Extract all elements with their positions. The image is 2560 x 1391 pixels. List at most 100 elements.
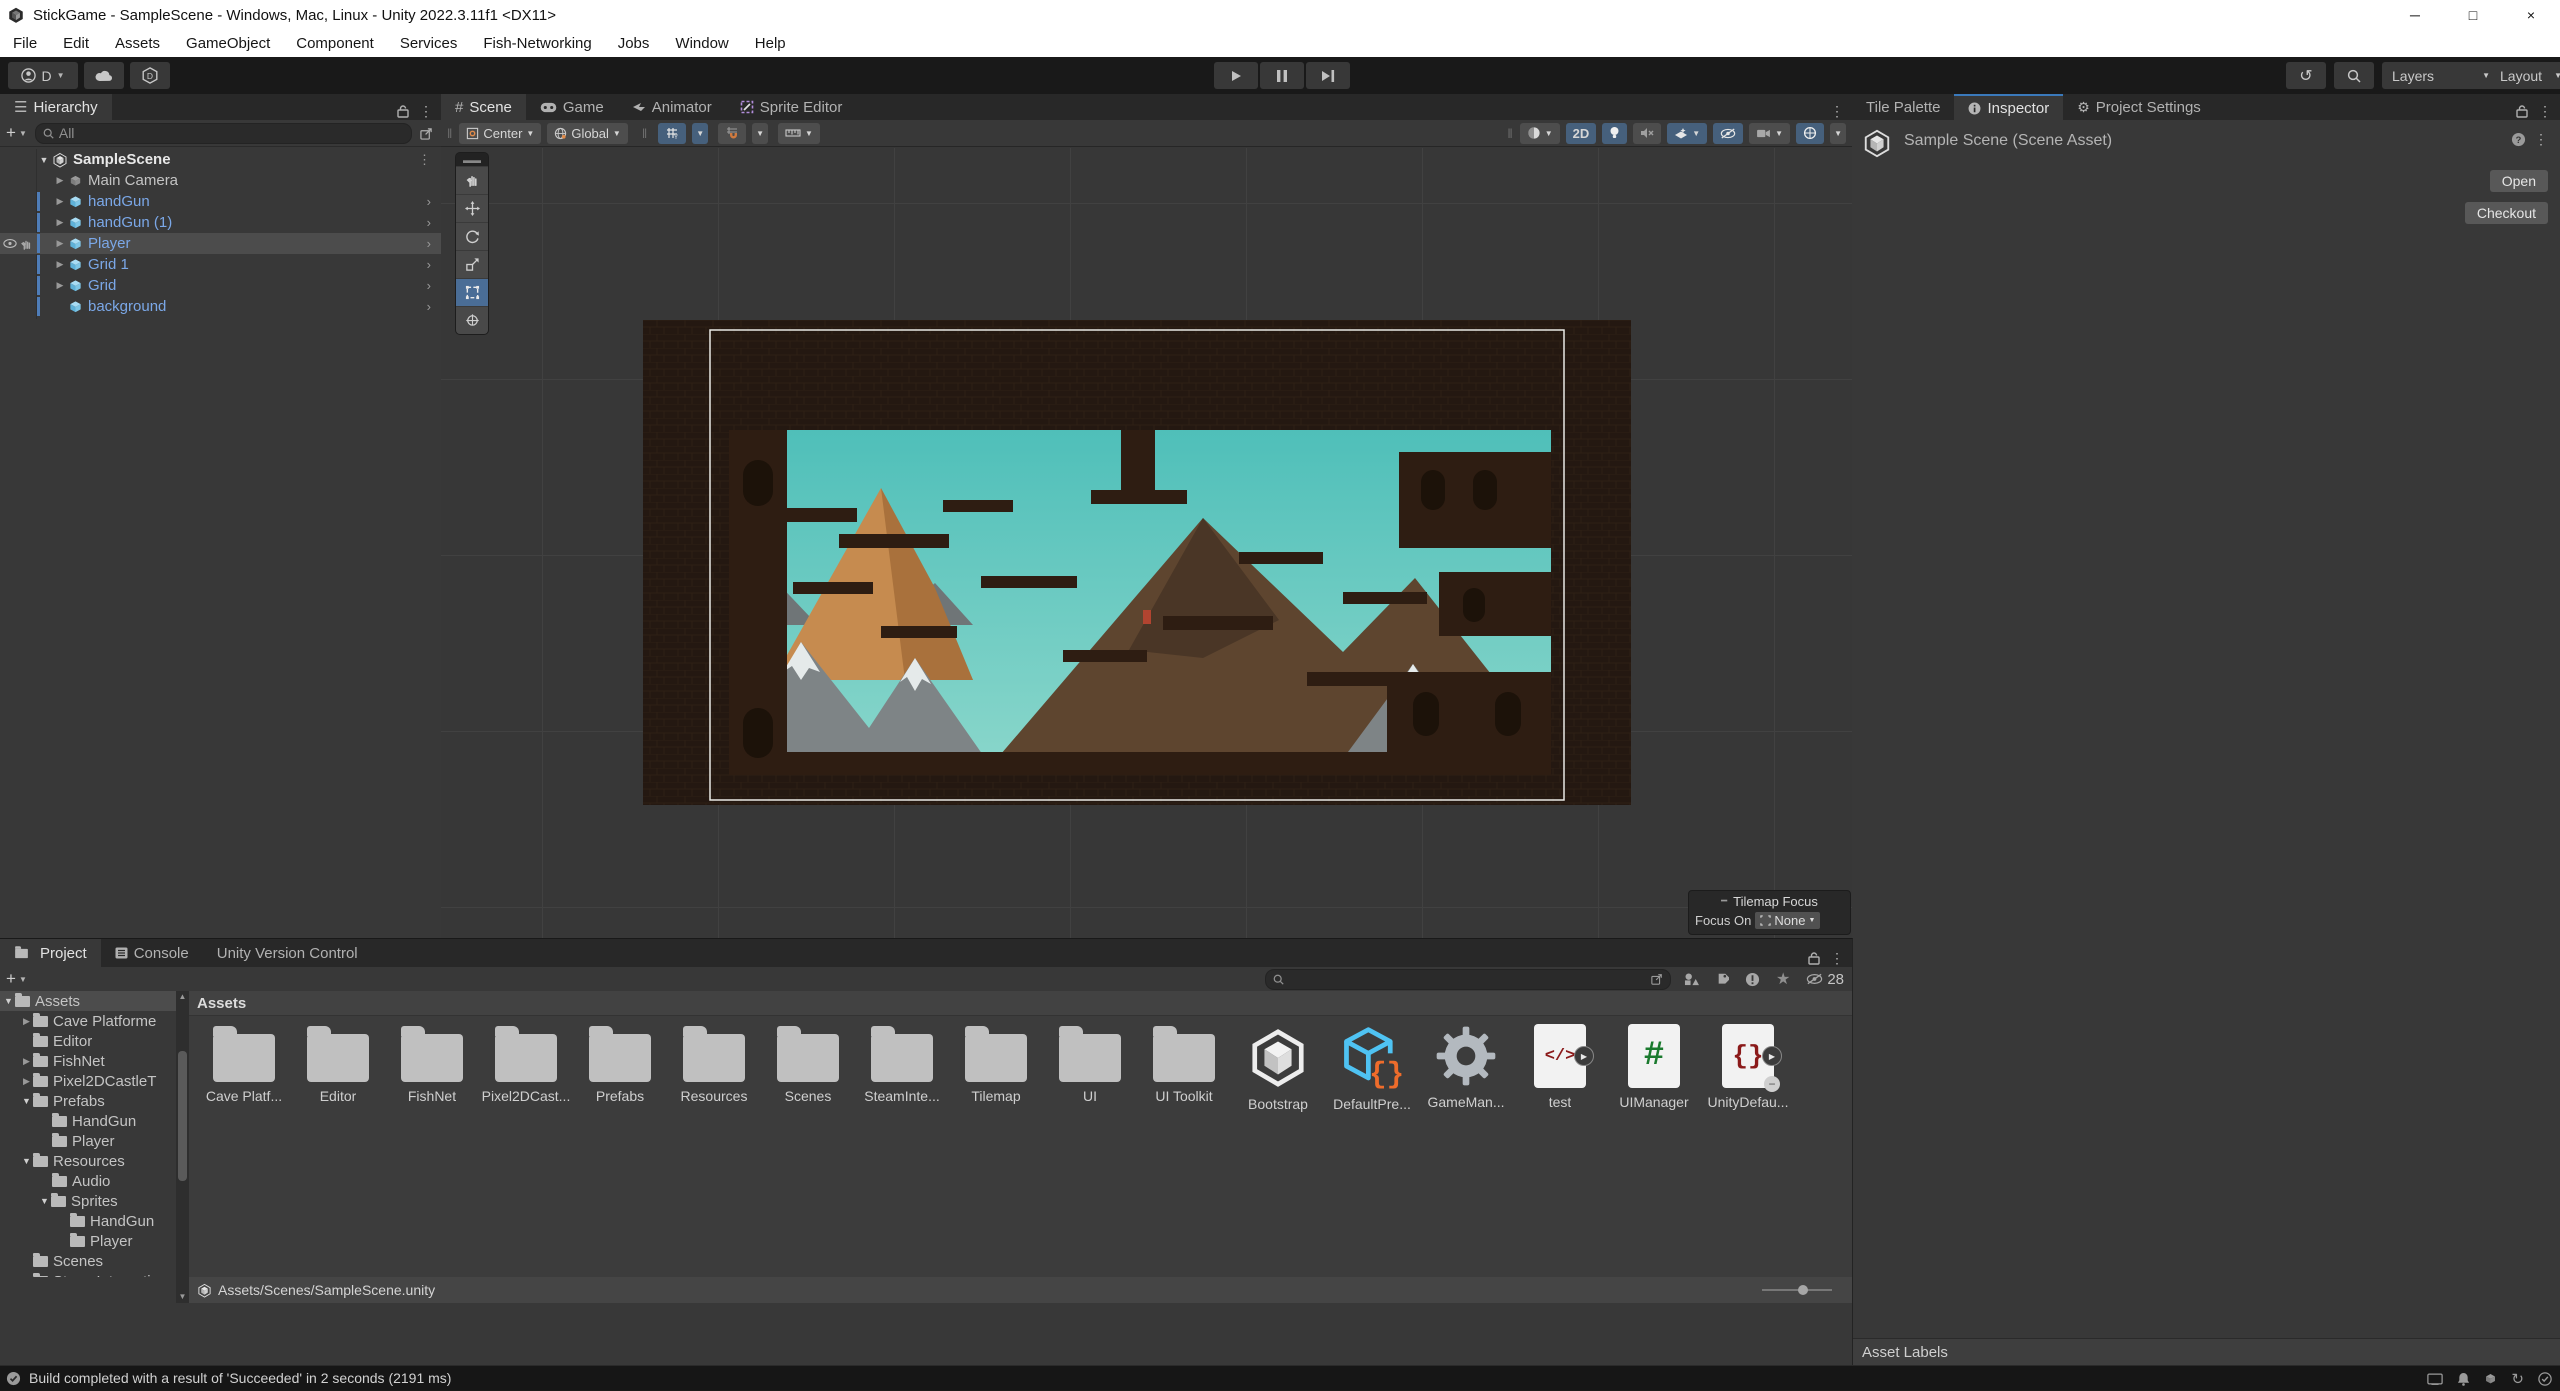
search-by-label-icon[interactable] (1715, 972, 1729, 986)
tree-row[interactable]: ▶Cave Platforme (0, 1011, 176, 1031)
tab-hierarchy[interactable]: ☰ Hierarchy (0, 94, 112, 120)
hierarchy-row-grid[interactable]: ▶ Grid › (0, 275, 441, 296)
play-button[interactable] (1214, 62, 1258, 89)
menu-assets[interactable]: Assets (102, 31, 173, 57)
prefab-open-chevron-icon[interactable]: › (427, 236, 431, 251)
layout-dropdown[interactable]: Layout▼ (2490, 62, 2560, 89)
thumbnail-size-slider[interactable] (1762, 1289, 1832, 1291)
asset-item-gear[interactable]: GameMan... (1419, 1024, 1513, 1112)
menu-component[interactable]: Component (283, 31, 387, 57)
snap-increment-dropdown[interactable]: ▼ (752, 123, 768, 144)
tree-row[interactable]: Player (0, 1231, 176, 1251)
gizmos-button[interactable] (1796, 123, 1824, 144)
tab-sprite-editor[interactable]: Sprite Editor (726, 94, 857, 120)
kebab-menu-icon[interactable]: ⋮ (2538, 103, 2552, 120)
tree-row[interactable]: HandGun (0, 1111, 176, 1131)
scene-viewport[interactable]: ▬▬ ━ Tilemap Focus (441, 148, 1852, 938)
tree-row[interactable]: ▼Assets (0, 991, 176, 1011)
tab-game[interactable]: Game (526, 94, 618, 120)
asset-item-folder[interactable]: SteamInte... (855, 1024, 949, 1112)
foldout-closed-icon[interactable]: ▶ (52, 175, 68, 186)
tab-unity-version-control[interactable]: Unity Version Control (203, 939, 372, 967)
search-by-type-icon[interactable] (1684, 972, 1699, 986)
grid-snap-toggle[interactable]: Y (658, 123, 686, 144)
gizmos-dropdown[interactable]: ▼ (1830, 123, 1846, 144)
notification-bell-icon[interactable] (2457, 1372, 2470, 1386)
picking-hand-icon[interactable] (20, 238, 32, 250)
hierarchy-row-background[interactable]: background › (0, 296, 441, 317)
menu-gameobject[interactable]: GameObject (173, 31, 283, 57)
hierarchy-row-scene[interactable]: ▼ SampleScene ⋮ (0, 149, 441, 170)
search-popout-icon[interactable] (1651, 973, 1663, 985)
kebab-menu-icon[interactable]: ⋮ (418, 152, 431, 168)
asset-item-folder[interactable]: Cave Platf... (197, 1024, 291, 1112)
pivot-mode-button[interactable]: Center ▼ (459, 123, 541, 144)
hierarchy-row-main-camera[interactable]: ▶ Main Camera (0, 170, 441, 191)
account-button[interactable]: D ▼ (8, 62, 78, 89)
cloud-button[interactable] (84, 62, 124, 89)
help-icon[interactable]: ? (2511, 132, 2526, 147)
tab-inspector[interactable]: Inspector (1954, 94, 2063, 120)
prefab-open-chevron-icon[interactable]: › (427, 278, 431, 293)
kebab-menu-icon[interactable]: ⋮ (1830, 950, 1844, 967)
breadcrumb-path[interactable]: Assets/Scenes/SampleScene.unity (218, 1282, 435, 1298)
audio-toggle[interactable] (1633, 123, 1661, 144)
search-warnings-icon[interactable] (1745, 972, 1760, 987)
scene-lighting-toggle[interactable] (1602, 123, 1627, 144)
visibility-eye-icon[interactable] (3, 239, 17, 248)
scale-tool-button[interactable] (456, 250, 488, 278)
prefab-open-chevron-icon[interactable]: › (427, 299, 431, 314)
tab-project-settings[interactable]: ⚙ Project Settings (2063, 94, 2215, 120)
status-message[interactable]: Build completed with a result of 'Succee… (29, 1370, 451, 1386)
asset-item-script[interactable]: </> ▶ test (1513, 1024, 1607, 1112)
hierarchy-row-player[interactable]: ▶ Player › (0, 233, 441, 254)
asset-item-folder[interactable]: FishNet (385, 1024, 479, 1112)
effects-toggle[interactable]: ▼ (1667, 123, 1707, 144)
asset-item-script[interactable]: # UIManager (1607, 1024, 1701, 1112)
prefab-open-chevron-icon[interactable]: › (427, 194, 431, 209)
kebab-menu-icon[interactable]: ⋮ (2534, 131, 2548, 148)
tree-row[interactable]: SteamIntegratio (0, 1271, 176, 1277)
asset-item-folder[interactable]: Prefabs (573, 1024, 667, 1112)
tree-row[interactable]: Scenes (0, 1251, 176, 1271)
move-tool-button[interactable] (456, 194, 488, 222)
check-circle-icon[interactable] (2538, 1372, 2552, 1386)
camera-settings-button[interactable]: ▼ (1749, 123, 1790, 144)
prefab-open-chevron-icon[interactable]: › (427, 215, 431, 230)
tab-project[interactable]: Project (0, 939, 101, 967)
lock-icon[interactable] (397, 105, 409, 118)
project-search-input[interactable] (1265, 969, 1671, 990)
tab-console[interactable]: Console (101, 939, 203, 967)
create-button[interactable]: +▼ (6, 123, 27, 143)
foldout-closed-icon[interactable]: ▶ (52, 238, 68, 249)
menu-file[interactable]: File (0, 31, 50, 57)
transform-tool-button[interactable] (456, 306, 488, 334)
drag-handle-icon[interactable]: ‖ (642, 126, 648, 141)
tree-row[interactable]: Player (0, 1131, 176, 1151)
tree-row[interactable]: ▼Prefabs (0, 1091, 176, 1111)
tab-scene[interactable]: # Scene (441, 94, 526, 120)
prefab-open-chevron-icon[interactable]: › (427, 257, 431, 272)
asset-item-folder[interactable]: Resources (667, 1024, 761, 1112)
drag-handle-icon[interactable]: ‖ (1507, 126, 1513, 141)
menu-services[interactable]: Services (387, 31, 471, 57)
snap-increment-button[interactable] (718, 123, 746, 144)
kebab-menu-icon[interactable]: ⋮ (1830, 103, 1844, 120)
create-asset-button[interactable]: +▼ (6, 969, 27, 989)
maximize-button[interactable]: □ (2444, 0, 2502, 30)
hand-tool-button[interactable] (456, 166, 488, 194)
asset-item-folder[interactable]: Tilemap (949, 1024, 1043, 1112)
foldout-open-icon[interactable]: ▼ (36, 155, 52, 165)
grid-snap-dropdown[interactable]: ▼ (692, 123, 708, 144)
menu-window[interactable]: Window (662, 31, 741, 57)
asset-item-folder[interactable]: UI Toolkit (1137, 1024, 1231, 1112)
drag-handle-icon[interactable]: ‖ (447, 126, 453, 141)
checkout-button[interactable]: Checkout (2465, 202, 2548, 224)
asset-item-folder[interactable]: Editor (291, 1024, 385, 1112)
tree-row[interactable]: ▶FishNet (0, 1051, 176, 1071)
asset-item-folder[interactable]: Scenes (761, 1024, 855, 1112)
rect-tool-button[interactable] (456, 278, 488, 306)
foldout-closed-icon[interactable]: ▶ (52, 196, 68, 207)
tree-row[interactable]: Editor (0, 1031, 176, 1051)
pause-button[interactable] (1260, 62, 1304, 89)
